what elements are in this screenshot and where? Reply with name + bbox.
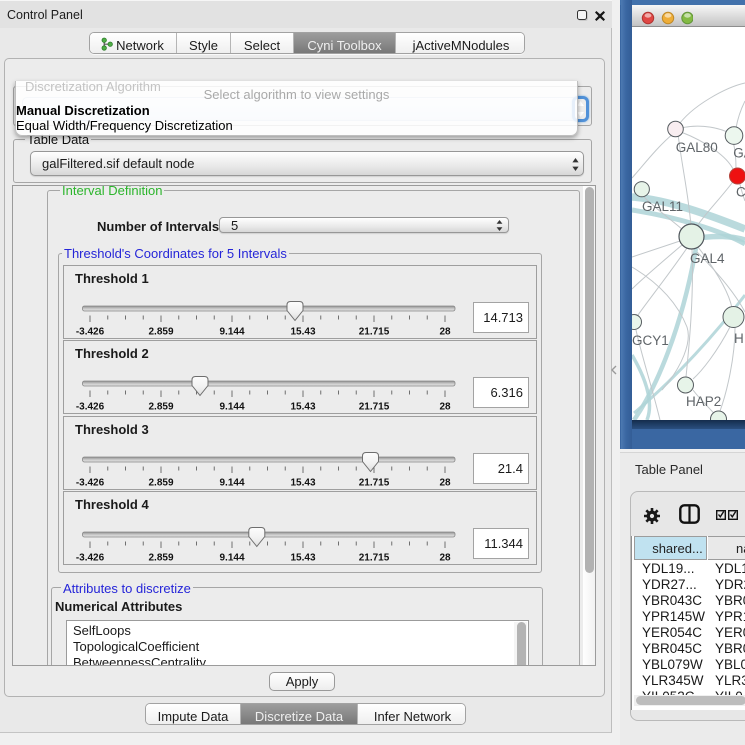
svg-text:28: 28 xyxy=(439,402,451,413)
svg-text:28: 28 xyxy=(439,477,451,488)
svg-text:9.144: 9.144 xyxy=(219,553,244,564)
svg-text:15.43: 15.43 xyxy=(290,326,315,337)
svg-text:28: 28 xyxy=(439,553,451,564)
svg-text:GAL11: GAL11 xyxy=(642,199,683,214)
svg-text:CY: CY xyxy=(736,185,745,200)
svg-text:-3.426: -3.426 xyxy=(76,553,105,564)
svg-text:GA: GA xyxy=(733,146,745,161)
svg-text:21.715: 21.715 xyxy=(359,402,390,413)
svg-text:28: 28 xyxy=(439,326,451,337)
svg-text:9.144: 9.144 xyxy=(219,402,244,413)
svg-text:21.715: 21.715 xyxy=(359,477,390,488)
svg-text:GCY1: GCY1 xyxy=(632,333,669,348)
svg-text:H: H xyxy=(734,331,744,346)
svg-text:21.715: 21.715 xyxy=(359,326,390,337)
svg-text:GAL80: GAL80 xyxy=(676,140,718,155)
svg-text:15.43: 15.43 xyxy=(290,477,315,488)
svg-text:15.43: 15.43 xyxy=(290,402,315,413)
svg-text:9.144: 9.144 xyxy=(219,326,244,337)
svg-text:2.859: 2.859 xyxy=(148,402,173,413)
svg-text:-3.426: -3.426 xyxy=(76,402,105,413)
svg-text:21.715: 21.715 xyxy=(359,553,390,564)
svg-text:GAL4: GAL4 xyxy=(690,251,725,266)
svg-text:-3.426: -3.426 xyxy=(76,477,105,488)
svg-text:2.859: 2.859 xyxy=(148,326,173,337)
svg-text:9.144: 9.144 xyxy=(219,477,244,488)
svg-text:HAP2: HAP2 xyxy=(686,394,721,409)
svg-text:-3.426: -3.426 xyxy=(76,326,105,337)
svg-text:15.43: 15.43 xyxy=(290,553,315,564)
svg-text:2.859: 2.859 xyxy=(148,553,173,564)
svg-text:2.859: 2.859 xyxy=(148,477,173,488)
